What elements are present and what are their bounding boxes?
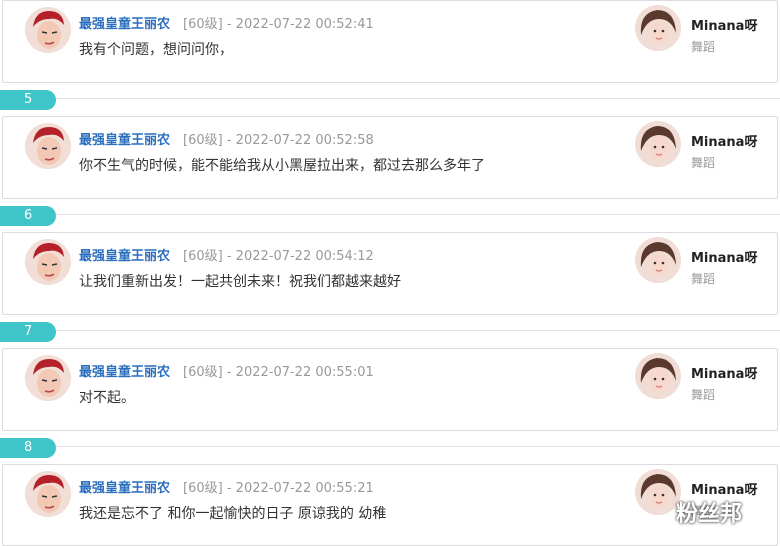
divider [56, 330, 780, 331]
recipient-tag: 舞蹈 [691, 40, 716, 54]
comment-time: 2022-07-22 00:52:58 [235, 133, 374, 148]
avatar[interactable] [25, 123, 71, 169]
comment-text: 让我们重新出发！一起共创未来！祝我们都越来越好 [79, 274, 401, 290]
comment-card: 最强皇童王丽农 [60级] - 2022-07-22 00:54:12 让我们重… [2, 232, 778, 315]
recipient-tag: 舞蹈 [691, 388, 716, 402]
comment-text: 我有个问题，想问问你， [79, 42, 233, 58]
divider [56, 214, 780, 215]
user-level: [60级] [183, 17, 223, 32]
comment-time: 2022-07-22 00:55:01 [235, 365, 374, 380]
user-level: [60级] [183, 365, 223, 380]
comment-author[interactable]: 最强皇童王丽农 [79, 477, 170, 496]
recipient-name[interactable]: Minana呀 [691, 131, 757, 150]
recipient-avatar[interactable] [635, 5, 681, 51]
divider [56, 98, 780, 99]
recipient-name[interactable]: Minana呀 [691, 247, 757, 266]
watermark: 粉丝邦 [676, 502, 743, 527]
comment-meta: [60级] - 2022-07-22 00:54:12 [183, 249, 374, 264]
user-level: [60级] [183, 133, 223, 148]
recipient-avatar[interactable] [635, 121, 681, 167]
comment-meta: [60级] - 2022-07-22 00:52:58 [183, 133, 374, 148]
comment-author[interactable]: 最强皇童王丽农 [79, 361, 170, 380]
floor-number: 8 [0, 438, 56, 458]
recipient-avatar[interactable] [635, 469, 681, 515]
recipient-avatar[interactable] [635, 237, 681, 283]
divider [56, 446, 780, 447]
comment-time: 2022-07-22 00:54:12 [235, 249, 374, 264]
avatar[interactable] [25, 471, 71, 517]
avatar[interactable] [25, 355, 71, 401]
comment-text: 对不起。 [79, 390, 135, 406]
comment-author[interactable]: 最强皇童王丽农 [79, 13, 170, 32]
avatar[interactable] [25, 7, 71, 53]
recipient-tag: 舞蹈 [691, 156, 716, 170]
floor-number: 7 [0, 322, 56, 342]
recipient-name[interactable]: Minana呀 [691, 15, 757, 34]
comment-text: 我还是忘不了 和你一起愉快的日子 原谅我的 幼稚 [79, 506, 387, 522]
avatar[interactable] [25, 239, 71, 285]
floor-number: 5 [0, 90, 56, 110]
comment-meta: [60级] - 2022-07-22 00:52:41 [183, 17, 374, 32]
comment-time: 2022-07-22 00:55:21 [235, 481, 374, 496]
user-level: [60级] [183, 481, 223, 496]
recipient-name[interactable]: Minana呀 [691, 363, 757, 382]
comment-card: 最强皇童王丽农 [60级] - 2022-07-22 00:55:01 对不起。… [2, 348, 778, 431]
comment-time: 2022-07-22 00:52:41 [235, 17, 374, 32]
comment-card: 最强皇童王丽农 [60级] - 2022-07-22 00:52:58 你不生气… [2, 116, 778, 199]
comment-card: 最强皇童王丽农 [60级] - 2022-07-22 00:52:41 我有个问… [2, 0, 778, 83]
recipient-tag: 舞蹈 [691, 272, 716, 286]
comment-author[interactable]: 最强皇童王丽农 [79, 245, 170, 264]
user-level: [60级] [183, 249, 223, 264]
recipient-avatar[interactable] [635, 353, 681, 399]
comment-author[interactable]: 最强皇童王丽农 [79, 129, 170, 148]
comment-meta: [60级] - 2022-07-22 00:55:01 [183, 365, 374, 380]
comment-text: 你不生气的时候，能不能给我从小黑屋拉出来，都过去那么多年了 [79, 158, 485, 174]
floor-number: 6 [0, 206, 56, 226]
comment-card: 最强皇童王丽农 [60级] - 2022-07-22 00:55:21 我还是忘… [2, 464, 778, 546]
comment-meta: [60级] - 2022-07-22 00:55:21 [183, 481, 374, 496]
